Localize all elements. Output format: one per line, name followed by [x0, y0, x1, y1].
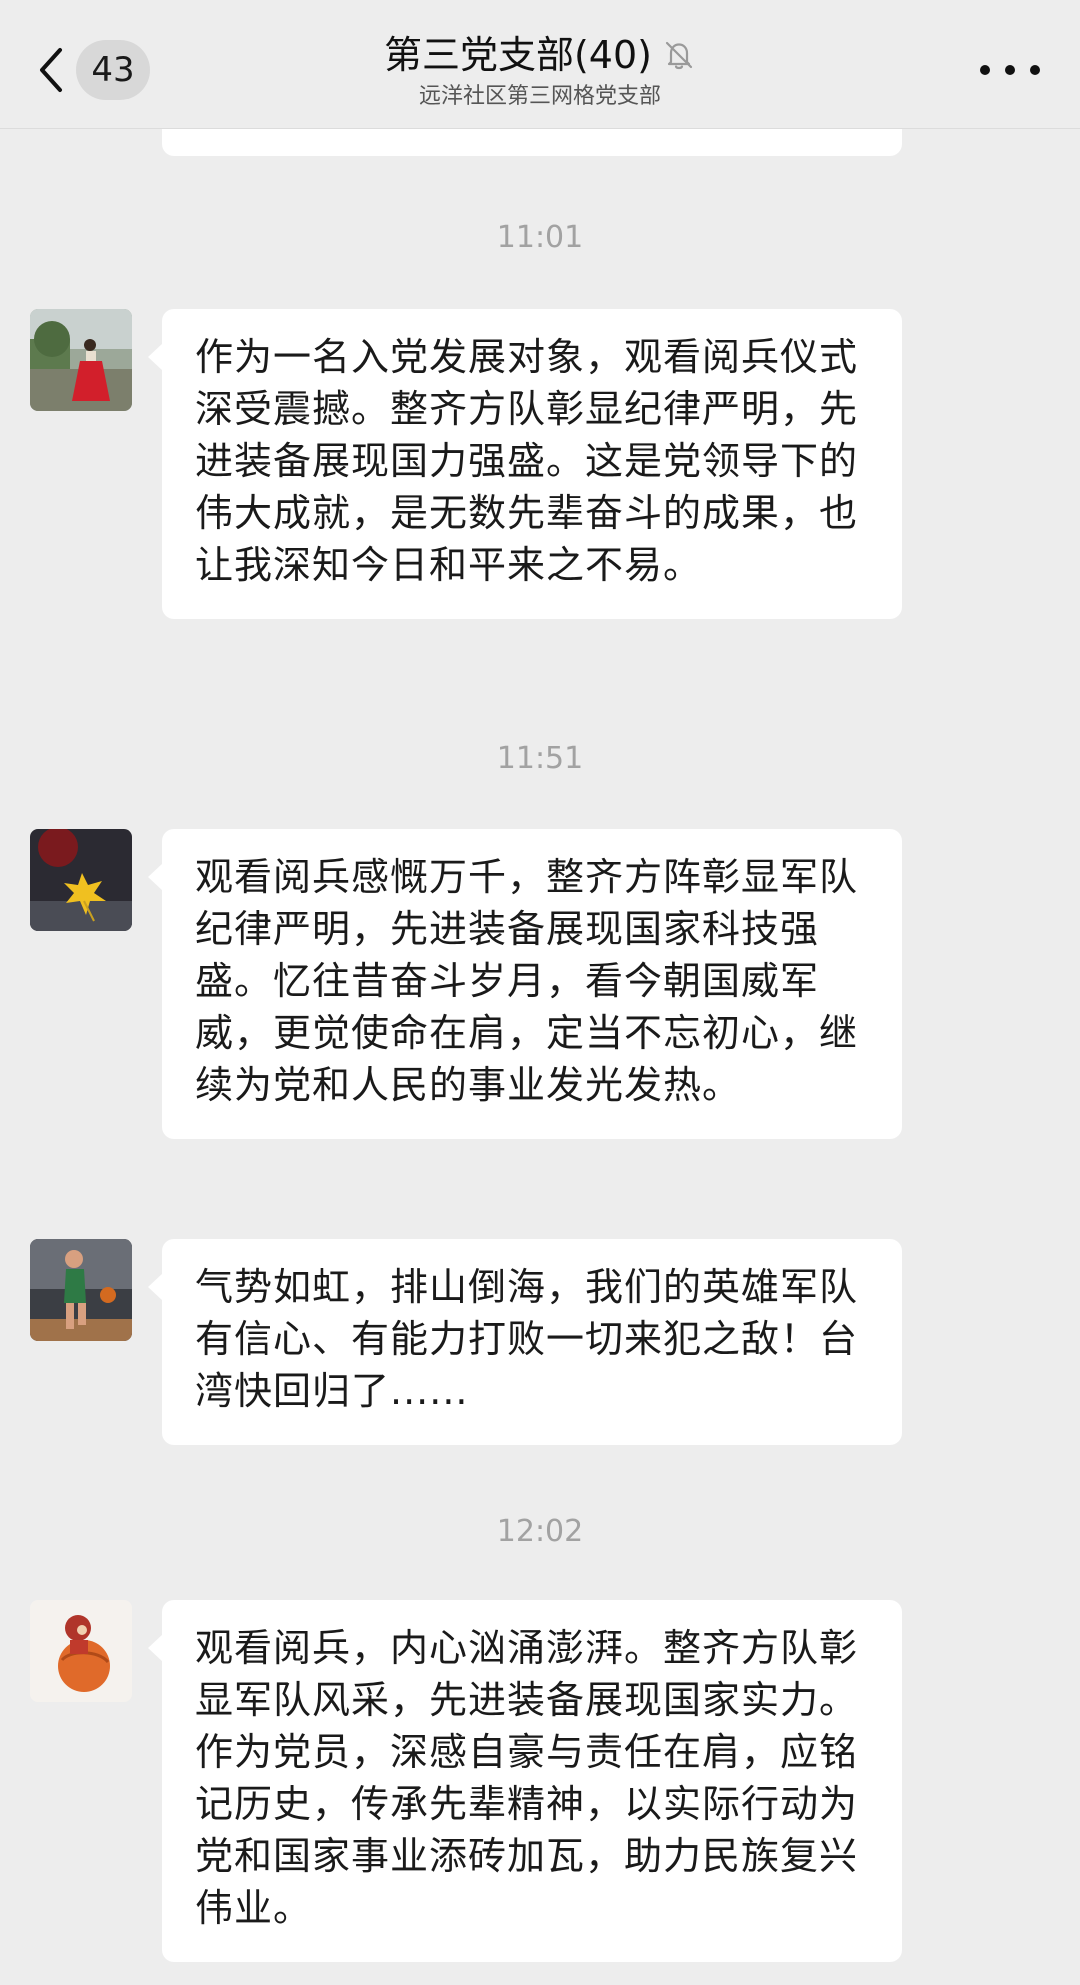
message-bubble[interactable]: 观看阅兵感慨万千，整齐方阵彰显军队纪律严明，先进装备展现国家科技强盛。忆往昔奋斗… — [148, 829, 902, 1139]
chat-header: 43 第三党支部(40) 远洋社区第三网格党支部 — [0, 0, 1080, 129]
more-dot-icon — [980, 65, 990, 75]
timestamp: 12:02 — [496, 1514, 584, 1549]
timestamp: 11:51 — [496, 741, 584, 776]
avatar[interactable] — [30, 829, 132, 931]
chat-subtitle: 远洋社区第三网格党支部 — [418, 84, 661, 109]
chat-title: 第三党支部(40) — [383, 33, 652, 77]
back-button[interactable]: 43 — [30, 38, 160, 102]
avatar[interactable] — [30, 1600, 132, 1702]
mute-bell-icon — [662, 38, 696, 72]
avatar[interactable] — [30, 1239, 132, 1341]
unread-count-badge: 43 — [76, 40, 150, 100]
message-bubble[interactable]: 作为一名入党发展对象，观看阅兵仪式深受震撼。整齐方队彰显纪律严明，先进装备展现国… — [148, 309, 902, 619]
more-dot-icon — [1030, 65, 1040, 75]
more-dot-icon — [1005, 65, 1015, 75]
message-bubble[interactable]: 观看阅兵，内心汹涌澎湃。整齐方队彰显军队风采，先进装备展现国家实力。作为党员，深… — [148, 1600, 902, 1962]
message-bubble[interactable]: 气势如虹，排山倒海，我们的英雄军队有信心、有能力打败一切来犯之敌！台湾快回归了.… — [148, 1239, 902, 1445]
chat-title-area[interactable]: 第三党支部(40) 远洋社区第三网格党支部 — [240, 30, 840, 112]
back-chevron-icon — [30, 42, 70, 98]
more-options-button[interactable] — [980, 50, 1040, 90]
avatar[interactable] — [30, 309, 132, 411]
timestamp: 11:01 — [496, 220, 584, 255]
